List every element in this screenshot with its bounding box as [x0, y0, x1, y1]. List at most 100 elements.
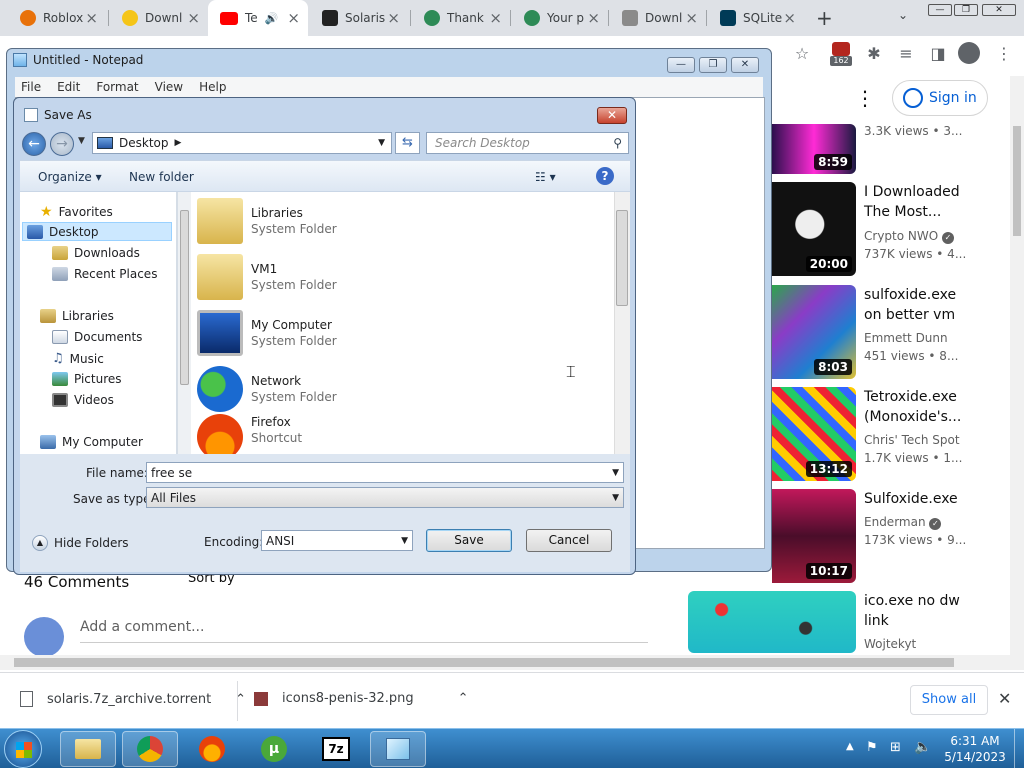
download-item[interactable]: solaris.7z_archive.torrent ⌃ — [20, 691, 246, 707]
close-tab-icon[interactable]: × — [187, 9, 200, 27]
close-button[interactable]: ✕ — [731, 57, 759, 73]
video-title[interactable]: I Downloaded The Most... — [864, 182, 974, 222]
close-tab-icon[interactable]: × — [387, 9, 400, 27]
breadcrumb-chevron-icon[interactable]: ▶ — [175, 138, 182, 148]
network-icon[interactable]: ⊞ — [890, 740, 901, 755]
close-window-icon[interactable]: ✕ — [982, 4, 1016, 16]
profile-avatar-icon[interactable] — [958, 42, 980, 64]
more-options-icon[interactable]: ⋮ — [855, 86, 875, 110]
show-desktop-button[interactable] — [1014, 729, 1024, 769]
show-all-button[interactable]: Show all — [910, 685, 988, 715]
chevron-down-icon[interactable]: ▼ — [612, 493, 619, 503]
show-hidden-icons-chevron-icon[interactable]: ▲ — [846, 741, 854, 752]
video-title[interactable]: ico.exe no dw link — [864, 591, 974, 631]
nav-desktop[interactable]: Desktop — [22, 222, 172, 241]
save-button[interactable]: Save — [426, 529, 512, 552]
back-arrow-icon[interactable]: ← — [22, 132, 46, 156]
channel-name[interactable]: Crypto NWO ✓ — [864, 229, 955, 244]
close-button[interactable]: ✕ — [597, 107, 627, 124]
scrollbar-thumb[interactable] — [1013, 126, 1021, 236]
taskbar-chrome[interactable] — [122, 731, 178, 767]
extension-badge[interactable]: 162 — [830, 42, 852, 66]
add-comment-input[interactable]: Add a comment... — [80, 619, 648, 643]
video-thumbnail[interactable]: 10:17 — [772, 489, 856, 583]
restore-window-icon[interactable]: ❐ — [954, 4, 978, 16]
taskbar-firefox[interactable] — [184, 731, 240, 767]
channel-name[interactable]: Emmett Dunn — [864, 331, 948, 345]
nav-pictures[interactable]: Pictures — [52, 372, 122, 386]
close-tab-icon[interactable]: × — [587, 9, 600, 27]
bookmark-star-icon[interactable]: ☆ — [792, 44, 812, 64]
search-input[interactable]: Search Desktop ⚲ — [426, 132, 629, 154]
nav-music[interactable]: ♫ Music — [52, 351, 104, 366]
list-item[interactable]: VM1 System Folder — [197, 252, 337, 302]
maximize-button[interactable]: ❐ — [699, 57, 727, 73]
taskbar-explorer[interactable] — [60, 731, 116, 767]
close-shelf-icon[interactable]: ✕ — [998, 689, 1011, 708]
taskbar-7zip[interactable]: 7z — [308, 731, 364, 767]
nav-documents[interactable]: Documents — [52, 330, 142, 344]
breadcrumb[interactable]: Desktop — [119, 136, 169, 150]
action-center-flag-icon[interactable]: ⚑ — [866, 740, 878, 755]
horizontal-scrollbar[interactable] — [0, 655, 1024, 670]
file-name-input[interactable]: free se ▼ — [146, 462, 624, 483]
video-thumbnail[interactable]: 13:12 — [772, 387, 856, 481]
tab-download-2[interactable]: Downl × — [610, 5, 706, 31]
nav-libraries[interactable]: Libraries — [40, 309, 114, 323]
new-tab-button[interactable]: + — [816, 6, 833, 30]
address-bar[interactable]: Desktop ▶ ▼ — [92, 132, 392, 154]
chevron-down-icon[interactable]: ▼ — [612, 468, 619, 478]
recent-locations-chevron-icon[interactable]: ▼ — [78, 136, 85, 146]
organize-button[interactable]: Organize ▾ — [38, 170, 102, 184]
forward-arrow-icon[interactable]: → — [50, 132, 74, 156]
sign-in-button[interactable]: Sign in — [892, 80, 988, 116]
scrollbar-thumb[interactable] — [616, 210, 628, 306]
list-item[interactable]: My Computer System Folder — [197, 308, 337, 358]
close-tab-icon[interactable]: × — [287, 9, 300, 27]
tab-search-chevron-icon[interactable]: ⌄ — [898, 8, 908, 22]
nav-recent-places[interactable]: Recent Places — [52, 267, 157, 281]
media-controls-icon[interactable]: ≡ — [896, 44, 916, 64]
vertical-scrollbar[interactable] — [1010, 76, 1024, 655]
start-button[interactable] — [4, 730, 42, 768]
tab-solaris[interactable]: Solaris × — [310, 5, 408, 31]
channel-name[interactable]: Chris' Tech Spot — [864, 433, 960, 447]
search-icon[interactable]: ⚲ — [613, 136, 622, 150]
menu-file[interactable]: File — [21, 80, 41, 94]
new-folder-button[interactable]: New folder — [129, 170, 194, 184]
menu-edit[interactable]: Edit — [57, 80, 80, 94]
clock[interactable]: 6:31 AM 5/14/2023 — [940, 733, 1010, 765]
video-thumbnail[interactable]: 8:59 — [772, 124, 856, 174]
video-title[interactable]: Sulfoxide.exe — [864, 489, 974, 509]
navigation-scrollbar[interactable] — [177, 192, 191, 454]
chevron-down-icon[interactable]: ▼ — [401, 536, 408, 546]
tab-roblox[interactable]: Roblox × — [8, 5, 106, 31]
nav-downloads[interactable]: Downloads — [52, 246, 140, 260]
tab-sqlite[interactable]: SQLite × — [708, 5, 804, 31]
list-item[interactable]: Network System Folder — [197, 364, 337, 414]
hide-folders-button[interactable]: ▲ Hide Folders — [32, 535, 129, 551]
chrome-menu-icon[interactable]: ⋮ — [994, 44, 1014, 64]
view-options-icon[interactable]: ☷ ▾ — [535, 170, 556, 184]
tab-thank[interactable]: Thank × — [412, 5, 510, 31]
close-tab-icon[interactable]: × — [685, 9, 698, 27]
cancel-button[interactable]: Cancel — [526, 529, 612, 552]
channel-name[interactable]: Wojtekyt — [864, 637, 916, 651]
menu-help[interactable]: Help — [199, 80, 226, 94]
list-item[interactable]: Libraries System Folder — [197, 196, 337, 246]
video-title[interactable]: Tetroxide.exe (Monoxide's... — [864, 387, 974, 427]
address-dropdown-icon[interactable]: ▼ — [378, 138, 385, 148]
tab-youtube-active[interactable]: Te 🔊 × — [208, 0, 308, 36]
refresh-icon[interactable]: ⇆ — [395, 132, 420, 154]
video-thumbnail[interactable] — [688, 591, 856, 653]
nav-favorites[interactable]: ★ Favorites — [40, 204, 113, 220]
minimize-button[interactable]: — — [667, 57, 695, 73]
scrollbar-thumb[interactable] — [180, 210, 189, 385]
chevron-up-icon[interactable]: ⌃ — [458, 691, 469, 706]
audio-playing-icon[interactable]: 🔊 — [265, 12, 279, 25]
nav-videos[interactable]: Videos — [52, 393, 114, 407]
list-item[interactable]: Firefox Shortcut — [197, 414, 302, 454]
tab-your-p[interactable]: Your p × — [512, 5, 608, 31]
download-item[interactable]: icons8-penis-32.png ⌃ — [254, 691, 469, 706]
taskbar-utorrent[interactable]: µ — [246, 731, 302, 767]
